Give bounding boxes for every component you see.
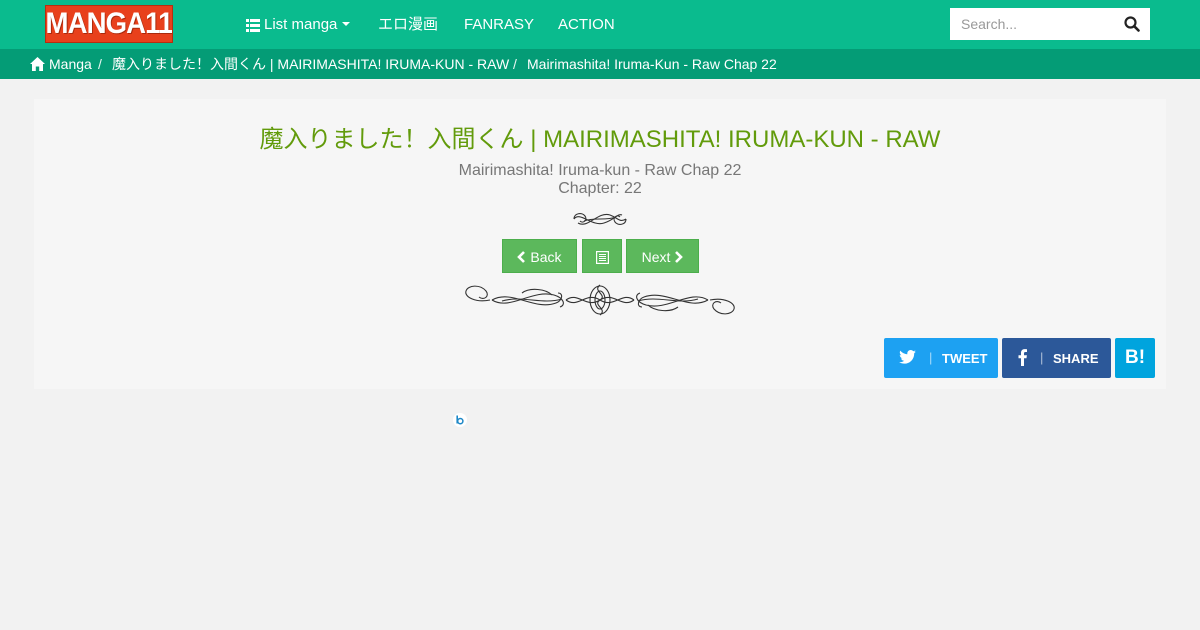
next-button[interactable]: Next [626,239,699,273]
chapter-number: Chapter: 22 [558,180,642,197]
chapter-list-icon [595,251,609,265]
breadcrumb: Manga / 魔入りました！入間くん | MAIRIMASHITA! IRUM… [0,49,1200,79]
breadcrumb-home[interactable]: Manga [30,49,92,79]
tweet-label: TWEET [942,351,988,366]
share-divider: | [1040,350,1044,365]
facebook-icon [1018,349,1027,366]
ad-badge-icon[interactable] [453,413,467,427]
search-icon[interactable] [1124,16,1140,32]
nav-list-manga-label: List manga [264,16,338,33]
breadcrumb-separator: / [513,56,517,72]
chevron-left-icon [517,251,526,263]
tweet-divider: | [929,350,933,365]
top-navbar: MANGA11 List manga エロ漫画 FANRASY ACTION [0,0,1200,49]
breadcrumb-separator: / [98,56,102,72]
twitter-icon [899,350,916,364]
nav-fanrasy[interactable]: FANRASY [464,0,534,49]
caret-down-icon [342,22,351,27]
breadcrumb-item-manga[interactable]: Manga [49,56,92,72]
nav-ero-manga[interactable]: エロ漫画 [378,0,438,49]
manga-title[interactable]: 魔入りました！入間くん | MAIRIMASHITA! IRUMA-KUN - … [0,124,1200,156]
nav-list-manga[interactable]: List manga [246,0,351,49]
facebook-share-button[interactable]: | SHARE [1002,338,1111,378]
back-button[interactable]: Back [502,239,577,273]
hatena-bookmark-icon: B! [1124,347,1146,368]
hatena-bookmark-button[interactable]: B! [1115,338,1155,378]
search-input[interactable] [950,8,1115,40]
chapter-list-button[interactable] [582,239,622,273]
search-box [950,8,1150,40]
home-icon [30,57,45,71]
flourish-ornament-top [573,213,627,225]
breadcrumb-item-series[interactable]: 魔入りました！入間くん | MAIRIMASHITA! IRUMA-KUN - … [112,49,509,79]
breadcrumb-item-chapter: Mairimashita! Iruma-Kun - Raw Chap 22 [527,56,777,72]
chevron-right-icon [675,251,684,263]
tweet-button[interactable]: | TWEET [884,338,998,378]
share-label: SHARE [1053,351,1099,366]
list-icon [246,18,260,32]
site-logo[interactable]: MANGA11 [45,5,173,43]
chapter-name: Mairimashita! Iruma-kun - Raw Chap 22 [458,162,742,179]
flourish-ornament-bottom [465,284,735,316]
nav-action[interactable]: ACTION [558,0,615,49]
back-button-label: Back [530,249,562,265]
next-button-label: Next [641,249,671,265]
